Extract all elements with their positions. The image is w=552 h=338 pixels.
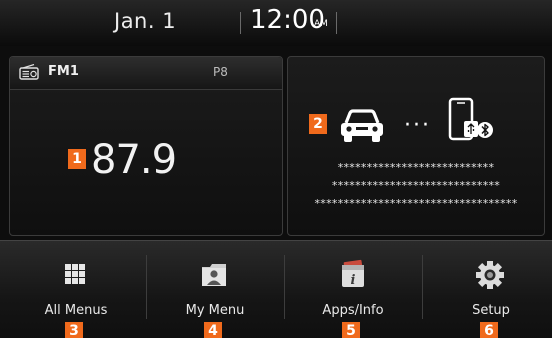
radio-preset: P8 xyxy=(213,65,228,79)
status-bar: Jan. 1 12:00 AM xyxy=(0,0,552,46)
status-divider xyxy=(240,12,241,34)
clock-am-pm: AM xyxy=(314,19,328,29)
menu-label: My Menu xyxy=(185,303,245,318)
menu-item-setup[interactable]: Setup 6 xyxy=(422,241,552,338)
car-icon xyxy=(341,109,383,142)
menu-item-apps-info[interactable]: i Apps/Info 5 xyxy=(284,241,422,338)
callout-badge-5: 5 xyxy=(342,322,360,338)
menu-label: All Menus xyxy=(44,303,108,318)
phone-connection-widget[interactable]: 2 ··· *************************** ******… xyxy=(287,56,545,236)
svg-text:i: i xyxy=(351,273,356,288)
menu-label: Apps/Info xyxy=(322,303,384,318)
radio-header: FM1 P8 xyxy=(10,57,282,90)
date-display: Jan. 1 xyxy=(114,9,177,33)
radio-band: FM1 xyxy=(48,64,79,79)
hidden-device-name: *************************** xyxy=(337,161,495,174)
grid-icon xyxy=(65,264,85,284)
callout-badge-4: 4 xyxy=(204,322,222,338)
status-divider xyxy=(336,12,337,34)
radio-icon xyxy=(19,64,39,80)
menu-label: Setup xyxy=(472,303,510,318)
menu-item-my-menu[interactable]: My Menu 4 xyxy=(146,241,284,338)
menu-item-all-menus[interactable]: All Menus 3 xyxy=(7,241,145,338)
info-icon: i xyxy=(342,259,364,288)
hidden-device-name: *********************************** xyxy=(314,197,518,210)
connection-dots: ··· xyxy=(404,113,431,138)
hidden-device-name: ***************************** xyxy=(331,179,501,192)
callout-badge-1: 1 xyxy=(68,149,86,169)
callout-badge-2: 2 xyxy=(309,114,327,134)
callout-badge-3: 3 xyxy=(65,322,83,338)
phone-icon xyxy=(448,97,493,141)
bottom-menu: All Menus 3 My Menu 4 i Apps/Info 5 Setu… xyxy=(0,240,552,338)
radio-frequency: 87.9 xyxy=(91,137,177,183)
person-icon xyxy=(202,264,226,286)
gear-icon xyxy=(476,261,504,289)
callout-badge-6: 6 xyxy=(480,322,498,338)
home-screen: Jan. 1 12:00 AM FM1 P8 1 87.9 2 ··· ****… xyxy=(0,0,552,338)
radio-widget[interactable]: FM1 P8 1 87.9 xyxy=(9,56,283,236)
